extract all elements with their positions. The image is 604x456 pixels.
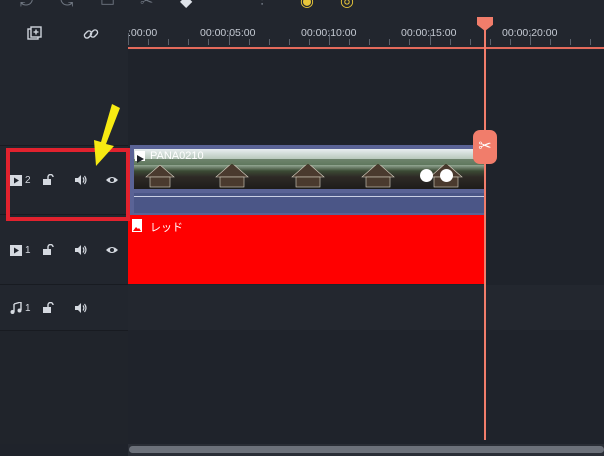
video-track-icon (10, 245, 22, 259)
image-icon (132, 219, 142, 232)
ruler-label-0: :00:00 (128, 27, 158, 39)
speed-icon[interactable]: ◉ (300, 0, 314, 10)
ruler-tick (389, 39, 390, 45)
ruler-tick (570, 39, 571, 45)
ruler-label-15: 00:00:15:00 (401, 27, 457, 39)
scissors-icon[interactable]: ✂ (473, 130, 497, 164)
ruler-tick (349, 39, 350, 45)
volume-icon[interactable] (74, 244, 87, 259)
audio-track-lane[interactable] (128, 285, 604, 330)
ruler-tick (168, 39, 169, 45)
timer-icon[interactable]: ◎ (340, 0, 354, 10)
link-icon[interactable] (82, 26, 100, 44)
ruler-tick (269, 39, 270, 45)
cut-icon[interactable]: ✂ (140, 0, 153, 10)
redo-icon[interactable]: ⤿ (60, 0, 73, 10)
ruler-tick (309, 39, 310, 45)
ruler-tick (550, 39, 551, 45)
empty-track-header-bottom (0, 331, 128, 444)
lock-icon[interactable] (42, 301, 54, 317)
tag-icon[interactable]: ◆ (180, 0, 192, 10)
keyframe-dot[interactable] (420, 169, 433, 182)
ruler-tick (470, 39, 471, 45)
ruler-tick (208, 39, 209, 45)
volume-icon[interactable] (74, 302, 87, 317)
horizontal-scrollbar[interactable] (129, 446, 604, 453)
ruler-tick (590, 39, 591, 45)
ruler-tick (510, 39, 511, 45)
track-number: 1 (25, 303, 31, 314)
arrow-icon (94, 104, 120, 166)
ruler-baseline (128, 47, 604, 49)
ruler-tick (289, 39, 290, 45)
ruler-tick (450, 39, 451, 45)
undo-icon[interactable]: ⤾ (20, 0, 33, 10)
music-track-icon (10, 301, 22, 317)
track-number: 1 (25, 245, 31, 256)
audio-mixer-icon[interactable]: ⫶ (260, 0, 264, 10)
ruler-label-10: 00:00:10:00 (301, 27, 357, 39)
ruler-tick (409, 39, 410, 45)
playhead[interactable] (484, 20, 486, 440)
ruler-tick (188, 39, 189, 45)
ruler-tick (369, 39, 370, 45)
ruler-tick (148, 39, 149, 45)
video-clip-label: PANA0210 (150, 150, 204, 162)
color-clip-label: レッド (150, 222, 183, 234)
ruler-label-20: 00:00:20:00 (502, 27, 558, 39)
keyframe-dot[interactable] (440, 169, 453, 182)
lock-icon[interactable] (42, 243, 54, 259)
add-track-icon[interactable] (26, 26, 44, 44)
ruler-tick (249, 39, 250, 45)
eye-icon[interactable] (105, 245, 119, 258)
clip-play-icon (135, 151, 145, 163)
ruler-label-5: 00:00:05:00 (200, 27, 256, 39)
track-header-toolbar (0, 14, 128, 50)
audio-level-line (134, 196, 484, 197)
delete-icon[interactable]: ▭ (100, 0, 115, 10)
ruler-tick (490, 39, 491, 45)
